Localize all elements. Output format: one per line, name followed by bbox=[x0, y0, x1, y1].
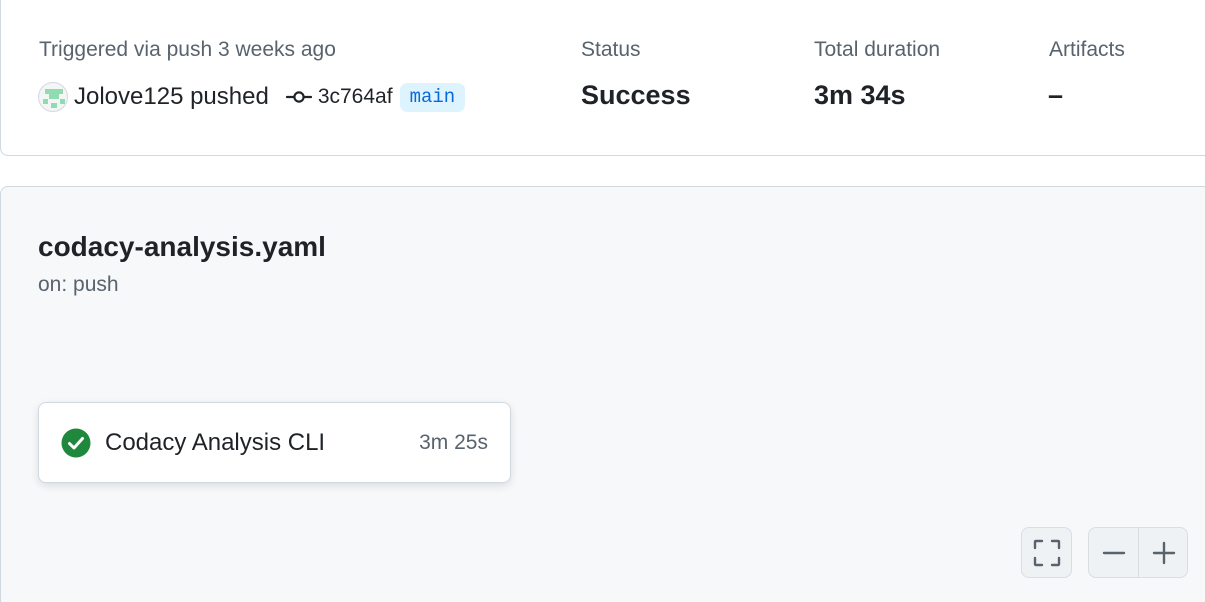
git-commit-icon bbox=[285, 91, 312, 103]
workflow-graph: codacy-analysis.yaml on: push Codacy Ana… bbox=[0, 186, 1205, 602]
zoom-out-button[interactable] bbox=[1089, 528, 1138, 577]
branch-badge[interactable]: main bbox=[399, 82, 466, 112]
status-value: Success bbox=[581, 80, 691, 110]
workflow-file-name: codacy-analysis.yaml bbox=[38, 231, 326, 262]
dash-icon bbox=[1102, 551, 1125, 554]
user-avatar-icon bbox=[43, 89, 65, 108]
artifacts-label: Artifacts bbox=[1049, 38, 1125, 61]
zoom-in-button[interactable] bbox=[1139, 528, 1188, 577]
zoom-controls bbox=[1088, 527, 1188, 578]
avatar[interactable] bbox=[38, 82, 68, 112]
job-name: Codacy Analysis CLI bbox=[105, 428, 326, 456]
trigger-details: Jolove125 pushed 3c764af main bbox=[38, 80, 466, 114]
duration-value: 3m 34s bbox=[814, 80, 906, 110]
plus-icon bbox=[1152, 541, 1175, 564]
trigger-label: Triggered via push 3 weeks ago bbox=[39, 38, 336, 61]
actor-link[interactable]: Jolove125 pushed bbox=[74, 83, 269, 111]
artifacts-value: – bbox=[1048, 80, 1064, 110]
duration-label: Total duration bbox=[814, 38, 941, 61]
check-circle-fill-icon bbox=[61, 428, 91, 457]
workflow-trigger: on: push bbox=[38, 273, 119, 296]
run-summary: Triggered via push 3 weeks ago Jolove125… bbox=[0, 0, 1205, 156]
fullscreen-button[interactable] bbox=[1022, 528, 1071, 577]
commit-sha-link[interactable]: 3c764af bbox=[318, 85, 393, 109]
job-duration: 3m 25s bbox=[419, 430, 488, 454]
screen-full-icon bbox=[1033, 539, 1060, 566]
job-card[interactable]: Codacy Analysis CLI 3m 25s bbox=[38, 402, 511, 483]
status-label: Status bbox=[581, 38, 641, 61]
fullscreen-control bbox=[1021, 527, 1072, 578]
